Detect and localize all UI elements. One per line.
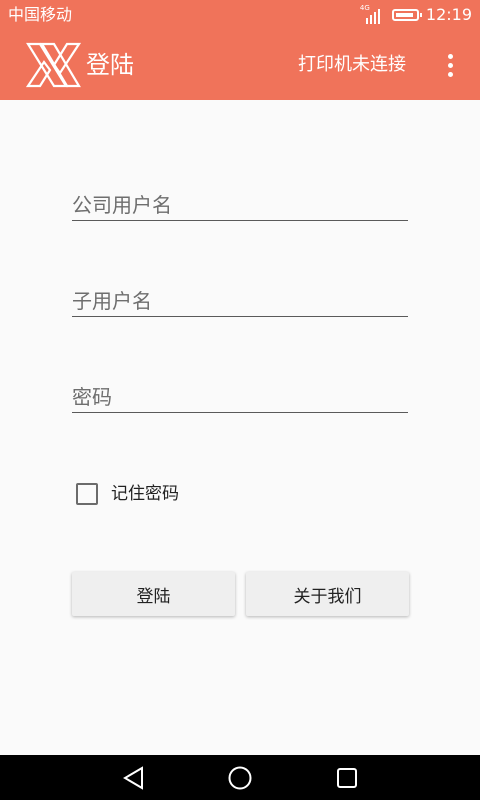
battery-icon [391,9,422,21]
signal-icon: 4G [360,4,382,24]
about-us-button[interactable]: 关于我们 [246,572,409,616]
carrier-name: 中国移动 [8,5,73,24]
printer-status[interactable]: 打印机未连接 [298,53,406,77]
page-title: 登陆 [86,51,134,79]
recent-apps-icon[interactable] [333,764,361,792]
more-vert-icon[interactable] [438,50,462,80]
remember-password-checkbox[interactable] [76,483,98,505]
company-username-input[interactable] [72,190,408,220]
password-input[interactable] [72,382,408,412]
home-icon[interactable] [226,764,254,792]
back-icon[interactable] [120,764,148,792]
company-username-field [72,190,408,221]
sub-username-input[interactable] [72,286,408,316]
x-logo-icon [26,42,81,88]
app-bar: 登陆 打印机未连接 [0,30,480,100]
remember-password-label: 记住密码 [111,484,179,504]
password-field [72,382,408,413]
sub-username-field [72,286,408,317]
clock: 12:19 [425,5,472,24]
remember-password[interactable]: 记住密码 [76,482,179,506]
login-button[interactable]: 登陆 [72,572,235,616]
system-nav-bar [0,755,480,800]
status-icons: 4G 12:19 [360,4,472,25]
status-bar: 中国移动 4G 12:19 [0,0,480,30]
